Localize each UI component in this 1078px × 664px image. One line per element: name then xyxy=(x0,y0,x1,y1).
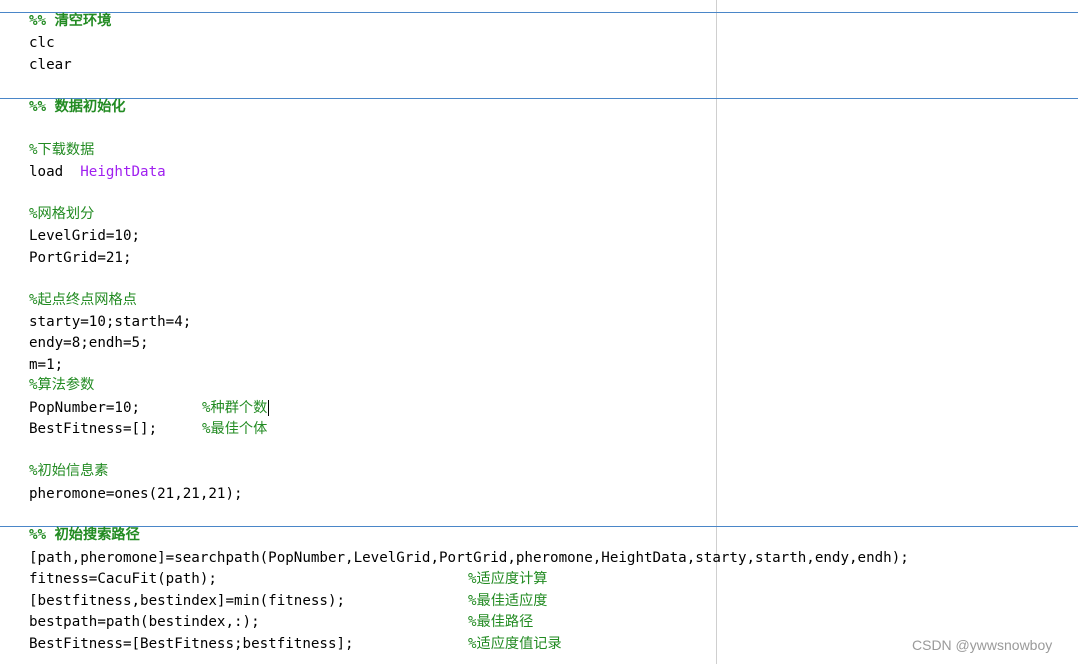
code-line: clc xyxy=(29,35,55,51)
code-line: BestFitness=[BestFitness;bestfitness]; xyxy=(29,636,354,652)
keyword: load xyxy=(29,164,64,180)
comment-line: %网格划分 xyxy=(29,206,95,222)
watermark: CSDN @ywwsnowboy xyxy=(912,637,1053,653)
code-line: starty=10;starth=4; xyxy=(29,314,192,330)
code-line: [bestfitness,bestindex]=min(fitness); xyxy=(29,593,346,609)
code-line: BestFitness=[]; xyxy=(29,421,158,437)
code-line: bestpath=path(bestindex,:); xyxy=(29,614,260,630)
text-cursor xyxy=(268,400,270,416)
code-line: LevelGrid=10; xyxy=(29,228,141,244)
code-line: clear xyxy=(29,57,72,73)
comment-line: %下载数据 xyxy=(29,142,95,158)
string-arg: HeightData xyxy=(80,164,166,180)
code-line: PopNumber=10; xyxy=(29,400,141,416)
comment-line: %初始信息素 xyxy=(29,463,109,479)
code-line: pheromone=ones(21,21,21); xyxy=(29,486,243,502)
cell-header: %% 初始搜索路径 xyxy=(29,527,140,543)
cell-divider xyxy=(0,98,1078,99)
inline-comment: %种群个数 xyxy=(202,400,270,416)
code-line: load HeightData xyxy=(29,162,166,183)
code-line: endy=8;endh=5; xyxy=(29,335,149,351)
inline-comment: %适应度计算 xyxy=(468,571,548,587)
comment-line: %算法参数 xyxy=(29,377,95,393)
inline-comment: %最佳适应度 xyxy=(468,593,548,609)
inline-comment: %适应度值记录 xyxy=(468,636,562,652)
cell-divider xyxy=(0,526,1078,527)
cell-divider xyxy=(0,12,1078,13)
comment-line: %起点终点网格点 xyxy=(29,292,137,308)
code-line: [path,pheromone]=searchpath(PopNumber,Le… xyxy=(29,550,909,566)
code-line: m=1; xyxy=(29,357,64,373)
code-line: fitness=CacuFit(path); xyxy=(29,571,217,587)
inline-comment: %最佳个体 xyxy=(202,421,268,437)
code-line: PortGrid=21; xyxy=(29,250,132,266)
inline-comment: %最佳路径 xyxy=(468,614,534,630)
cell-header: %% 数据初始化 xyxy=(29,99,126,115)
cell-header: %% 清空环境 xyxy=(29,13,112,29)
